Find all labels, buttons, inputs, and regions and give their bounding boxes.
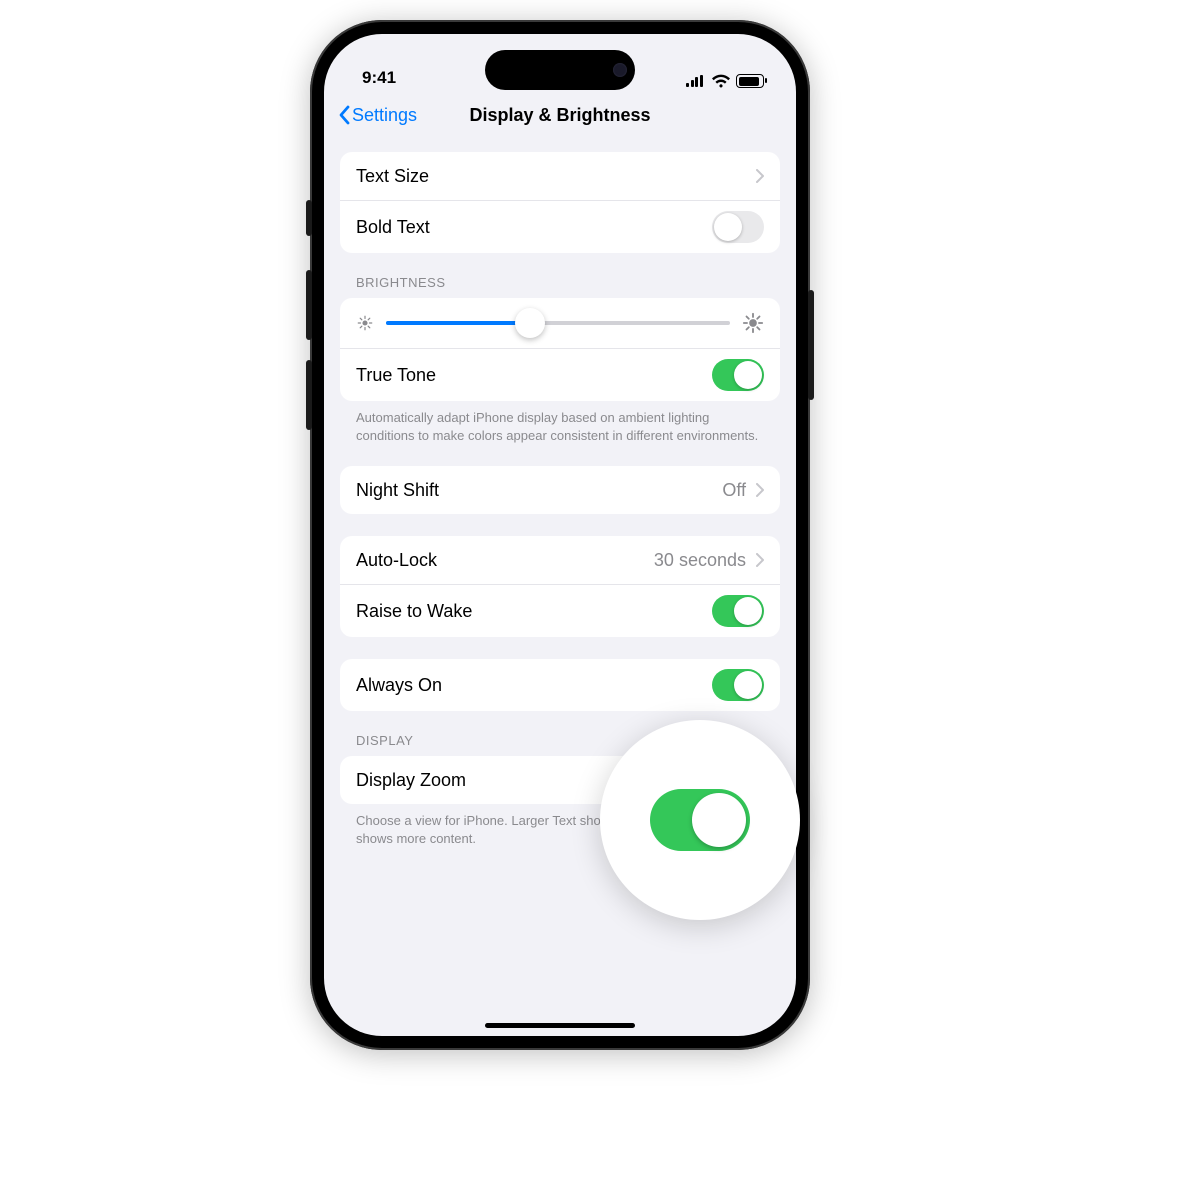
bold-text-label: Bold Text: [356, 217, 430, 238]
true-tone-toggle[interactable]: [712, 359, 764, 391]
true-tone-footer: Automatically adapt iPhone display based…: [340, 401, 780, 444]
brightness-slider-row: [340, 298, 780, 349]
chevron-right-icon: [756, 169, 764, 183]
raise-to-wake-toggle[interactable]: [712, 595, 764, 627]
text-size-row[interactable]: Text Size: [340, 152, 780, 200]
chevron-left-icon: [338, 105, 350, 125]
home-indicator[interactable]: [485, 1023, 635, 1028]
back-label: Settings: [352, 105, 417, 126]
night-shift-value: Off: [722, 480, 746, 501]
sun-large-icon: [742, 312, 764, 334]
camera-icon: [613, 63, 627, 77]
chevron-right-icon: [756, 553, 764, 567]
chevron-right-icon: [756, 483, 764, 497]
bold-text-row: Bold Text: [340, 200, 780, 253]
bold-text-toggle[interactable]: [712, 211, 764, 243]
display-zoom-label: Display Zoom: [356, 770, 466, 791]
side-button: [808, 290, 814, 400]
silent-switch: [306, 200, 312, 236]
cellular-icon: [686, 75, 706, 87]
night-shift-label: Night Shift: [356, 480, 439, 501]
nav-bar: Settings Display & Brightness: [324, 92, 796, 138]
brightness-header: BRIGHTNESS: [340, 275, 780, 298]
dynamic-island: [485, 50, 635, 90]
always-on-toggle[interactable]: [712, 669, 764, 701]
always-on-label: Always On: [356, 675, 442, 696]
text-size-label: Text Size: [356, 166, 429, 187]
status-time: 9:41: [362, 68, 396, 88]
brightness-slider[interactable]: [386, 321, 730, 325]
raise-to-wake-row: Raise to Wake: [340, 584, 780, 637]
battery-icon: [736, 74, 764, 88]
always-on-toggle-enlarged: [650, 789, 750, 851]
true-tone-label: True Tone: [356, 365, 436, 386]
true-tone-row: True Tone: [340, 349, 780, 401]
auto-lock-value: 30 seconds: [654, 550, 746, 571]
auto-lock-row[interactable]: Auto-Lock 30 seconds: [340, 536, 780, 584]
page-title: Display & Brightness: [469, 105, 650, 126]
volume-down-button: [306, 360, 312, 430]
wifi-icon: [712, 74, 730, 88]
night-shift-row[interactable]: Night Shift Off: [340, 466, 780, 514]
volume-up-button: [306, 270, 312, 340]
always-on-toggle-magnified: [600, 720, 800, 920]
always-on-row: Always On: [340, 659, 780, 711]
back-button[interactable]: Settings: [338, 105, 417, 126]
raise-to-wake-label: Raise to Wake: [356, 601, 472, 622]
auto-lock-label: Auto-Lock: [356, 550, 437, 571]
sun-small-icon: [356, 314, 374, 332]
